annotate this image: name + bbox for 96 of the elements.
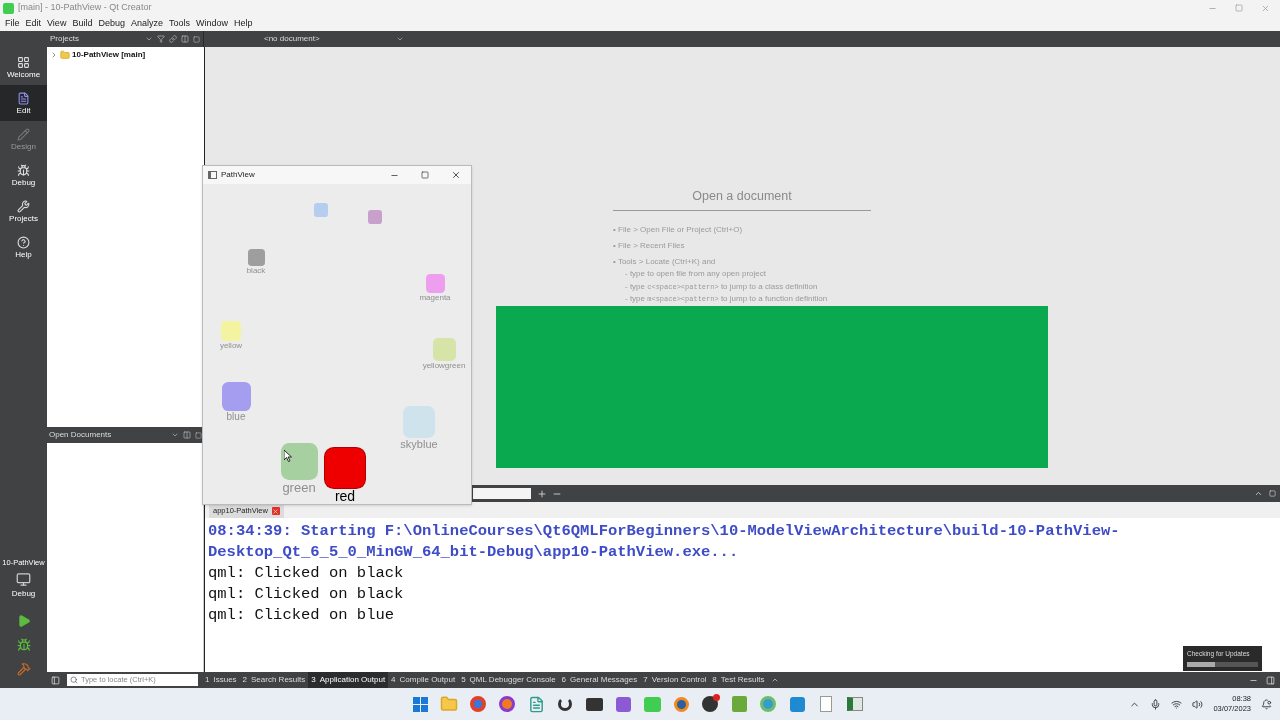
monitor-icon (16, 572, 31, 587)
projects-mode-icon (17, 199, 30, 213)
design-mode-icon (17, 127, 30, 141)
dropdown-icon (396, 35, 404, 43)
mouse-cursor-icon (284, 450, 292, 462)
close-pane-icon[interactable] (193, 35, 200, 43)
tile-label: yellowgreen (422, 361, 466, 370)
maximize-pane-icon[interactable] (1254, 489, 1263, 498)
close-pane-icon[interactable] (1269, 490, 1276, 497)
tile-label: skyblue (400, 439, 438, 450)
menu-item[interactable]: Edit (23, 16, 44, 31)
right-sidebar-toggle-icon[interactable] (1266, 675, 1275, 685)
output-pane-tab[interactable]: 8 Test Results (709, 672, 768, 688)
tile-label: black (246, 266, 266, 275)
color-tile[interactable] (221, 381, 251, 411)
output-pane-tab[interactable]: 7 Version Control (640, 672, 710, 688)
output-line: qml: Clicked on black (208, 563, 404, 584)
output-pane-tab[interactable]: 5 QML Debugger Console (458, 672, 559, 688)
tile-label: yellow (219, 342, 243, 350)
color-tile[interactable] (368, 210, 382, 224)
menu-item[interactable]: Debug (96, 16, 127, 31)
build-icon[interactable] (16, 662, 31, 676)
color-tile[interactable] (425, 273, 445, 293)
output-pane-tab[interactable]: 6 General Messages (558, 672, 641, 688)
color-tile[interactable] (221, 321, 241, 341)
menu-item[interactable]: Help (232, 16, 255, 31)
menu-item[interactable]: View (45, 16, 69, 31)
document-selector[interactable]: <no document> (264, 33, 404, 45)
wifi-icon[interactable] (1171, 698, 1183, 710)
menu-item[interactable]: Window (194, 16, 230, 31)
expand-icon[interactable] (50, 51, 58, 59)
window-icon (208, 171, 217, 179)
search-icon (70, 676, 78, 684)
output-line: Desktop_Qt_6_5_0_MinGW_64_bit-Debug\app10-PathView.exe... (208, 542, 739, 563)
close-icon[interactable] (451, 170, 461, 180)
output-line: qml: Clicked on blue (208, 605, 395, 626)
microphone-icon[interactable] (1150, 698, 1162, 710)
speaker-icon[interactable] (1192, 698, 1204, 710)
pane-title[interactable]: Projects (50, 33, 79, 45)
edit-mode-icon (17, 91, 30, 105)
welcome-mode-icon (17, 55, 30, 69)
color-tile[interactable] (247, 248, 265, 266)
filter-field[interactable] (473, 488, 531, 499)
color-tile[interactable] (314, 203, 328, 217)
hint-line: • File > Open File or Project (Ctrl+O) (613, 224, 743, 235)
maximize-icon[interactable] (421, 171, 429, 179)
notification-icon[interactable] (1261, 698, 1272, 710)
color-tile[interactable] (432, 337, 456, 361)
output-line: qml: Clicked on black (208, 584, 404, 605)
zoom-in-icon[interactable] (537, 488, 547, 499)
dropdown-icon[interactable] (145, 35, 153, 43)
mode-button[interactable]: Debug (0, 157, 47, 193)
mode-button[interactable]: Welcome (0, 49, 47, 85)
menu-item[interactable]: File (3, 16, 22, 31)
split-icon[interactable] (183, 431, 191, 439)
kit-selector[interactable]: Debug (0, 572, 47, 600)
tab-close-icon[interactable] (271, 507, 280, 515)
tile-label: blue (226, 411, 246, 422)
mode-button[interactable]: Edit (0, 85, 47, 121)
folder-icon (60, 50, 70, 60)
link-icon[interactable] (169, 35, 177, 43)
tree-item[interactable]: 10-PathView [main] (47, 49, 204, 61)
filter-icon[interactable] (157, 35, 165, 43)
debug-mode-icon (17, 163, 30, 177)
output-pane-tab[interactable]: 2 Search Results (239, 672, 309, 688)
output-line: 08:34:39: Starting F:\OnlineCourses\Qt6QMLForBeginners\10-ModelViewArchitecture\build-10-PathView- (208, 521, 1120, 542)
menu-item[interactable]: Build (70, 16, 95, 31)
window-title: [main] - 10-PathView - Qt Creator (18, 1, 152, 15)
pane-title[interactable]: Open Documents (49, 429, 112, 441)
hint-line: - type to open file from any open project (624, 269, 766, 280)
sidebar-toggle-icon[interactable] (51, 675, 60, 685)
color-tile[interactable] (325, 448, 365, 488)
color-tile[interactable] (280, 442, 318, 480)
help-mode-icon (17, 235, 30, 249)
output-pane-tab[interactable]: 1 Issues (202, 672, 240, 688)
split-icon[interactable] (181, 35, 189, 43)
tile-label: magenta (419, 293, 451, 302)
hint-line: • File > Recent Files (613, 240, 685, 251)
app-logo-icon (3, 2, 14, 14)
tile-label: red (334, 489, 356, 503)
debug-run-icon[interactable] (16, 638, 31, 652)
color-tile[interactable] (403, 406, 435, 438)
dropdown-icon[interactable] (171, 431, 179, 439)
window-title: PathView (221, 169, 255, 181)
open-document-title: Open a document (691, 188, 793, 205)
menu-item[interactable]: Tools (166, 16, 192, 31)
mode-button[interactable]: Help (0, 229, 47, 265)
run-icon[interactable] (16, 614, 31, 628)
hint-line: • Tools > Locate (Ctrl+K) and (613, 256, 716, 267)
mode-button[interactable]: Projects (0, 193, 47, 229)
menu-item[interactable]: Analyze (128, 16, 165, 31)
close-pane-icon[interactable] (195, 431, 202, 439)
output-pane-tab[interactable]: 4 Compile Output (388, 672, 459, 688)
tile-label: green (282, 480, 316, 494)
more-icon[interactable] (771, 676, 780, 684)
output-pane-tab[interactable]: 3 Application Output (308, 672, 389, 688)
